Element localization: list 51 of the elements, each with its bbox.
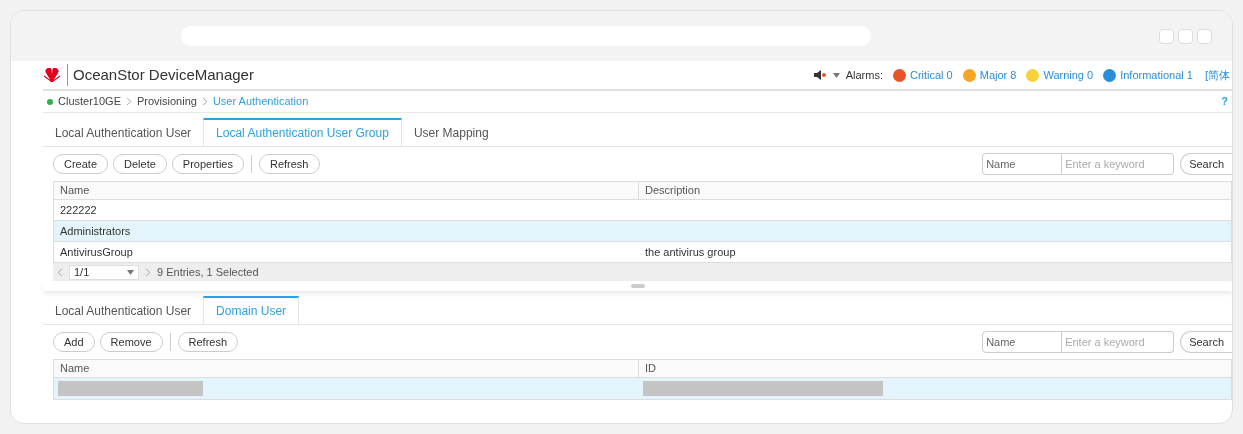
column-header[interactable]: Name [54, 182, 639, 199]
window-control-icon[interactable] [1159, 28, 1174, 44]
alarms-label: Alarms: [845, 67, 883, 83]
table-row[interactable] [53, 378, 1232, 400]
app-title: OceanStor DeviceManager [67, 63, 254, 87]
column-header[interactable]: Description [639, 182, 1231, 199]
alarm-link[interactable]: Critical 0 [909, 66, 953, 84]
pager-summary: 9 Entries, 1 Selected [157, 264, 259, 280]
tab[interactable]: Local Authentication User [43, 120, 204, 146]
table-cell-text: Administrators [59, 223, 132, 239]
toolbar-button[interactable]: Remove [99, 332, 163, 352]
tab[interactable]: User Mapping [401, 120, 501, 146]
window-control-icon[interactable] [1178, 28, 1193, 44]
table-cell-text: AntivirusGroup [59, 244, 134, 260]
toolbar-button[interactable]: Delete [113, 154, 167, 174]
speaker-icon[interactable] [812, 69, 827, 81]
language-link[interactable]: [简体 [1204, 66, 1230, 84]
alarm-link[interactable]: Major 8 [979, 66, 1017, 84]
table-row[interactable]: Administrators [53, 221, 1232, 242]
search-field[interactable]: Enter a keyword [1062, 153, 1175, 175]
previous-icon [57, 267, 63, 277]
filter-dropdown[interactable]: Name [982, 331, 1063, 353]
search-button[interactable]: Search [1180, 331, 1232, 353]
table-row[interactable]: 222222 [53, 200, 1232, 221]
tab[interactable]: Local Authentication User [43, 298, 204, 324]
column-header[interactable]: ID [639, 360, 1231, 377]
toolbar-button[interactable]: Refresh [258, 154, 320, 174]
table-row[interactable]: AntivirusGroup the antivirus group [53, 242, 1232, 263]
table-cell-text: 222222 [59, 202, 98, 218]
toolbar-button[interactable]: Add [53, 332, 95, 352]
breadcrumb-link[interactable]: Provisioning [137, 93, 197, 110]
window-control-icon[interactable] [1197, 28, 1212, 44]
toolbar-button[interactable]: Create [53, 154, 109, 174]
chevron-icon [201, 97, 208, 106]
column-header[interactable]: Name [54, 360, 639, 377]
search-button[interactable]: Search [1180, 153, 1232, 175]
logo-icon [43, 68, 61, 82]
page-dropdown[interactable]: 1/1 [69, 264, 139, 280]
next-icon [145, 267, 151, 277]
toolbar-button[interactable]: Refresh [177, 332, 239, 352]
alarm-link[interactable]: Informational 1 [1120, 66, 1193, 84]
breadcrumb-link[interactable]: Cluster10GE [58, 93, 121, 110]
search-field[interactable]: Enter a keyword [1062, 331, 1175, 353]
table-cell-text: the antivirus group [644, 244, 737, 260]
toolbar-button[interactable]: Properties [171, 154, 244, 174]
filter-dropdown[interactable]: Name [982, 153, 1063, 175]
splitter-handle[interactable] [630, 284, 645, 288]
chevron-icon [126, 97, 132, 106]
caret-icon[interactable] [832, 72, 840, 78]
alarm-link[interactable]: Warning 0 [1043, 66, 1094, 84]
caret-icon[interactable] [127, 269, 134, 275]
